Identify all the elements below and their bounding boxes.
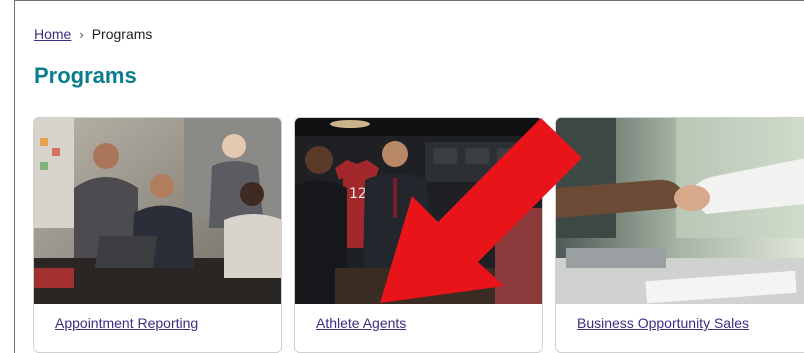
athlete-agents-link[interactable]: Athlete Agents	[316, 315, 406, 331]
program-card-athlete-agents[interactable]: 12 Athlete Agents	[294, 117, 543, 353]
program-card-appointment-reporting[interactable]: Appointment Reporting	[33, 117, 282, 353]
jersey-number: 12	[349, 186, 367, 202]
sports-agents-photo[interactable]: 12	[295, 118, 542, 304]
appointment-reporting-link[interactable]: Appointment Reporting	[55, 315, 198, 331]
breadcrumb: Home › Programs	[34, 26, 152, 42]
handshake-photo[interactable]	[556, 118, 804, 304]
breadcrumb-current: Programs	[91, 26, 153, 42]
office-meeting-photo[interactable]	[34, 118, 281, 304]
breadcrumb-home-link[interactable]: Home	[34, 26, 71, 42]
page-title: Programs	[34, 63, 137, 88]
program-card-business-opportunity-sales[interactable]: Business Opportunity Sales	[555, 117, 804, 353]
business-opportunity-sales-link[interactable]: Business Opportunity Sales	[577, 315, 749, 331]
breadcrumb-separator: ›	[79, 26, 84, 42]
